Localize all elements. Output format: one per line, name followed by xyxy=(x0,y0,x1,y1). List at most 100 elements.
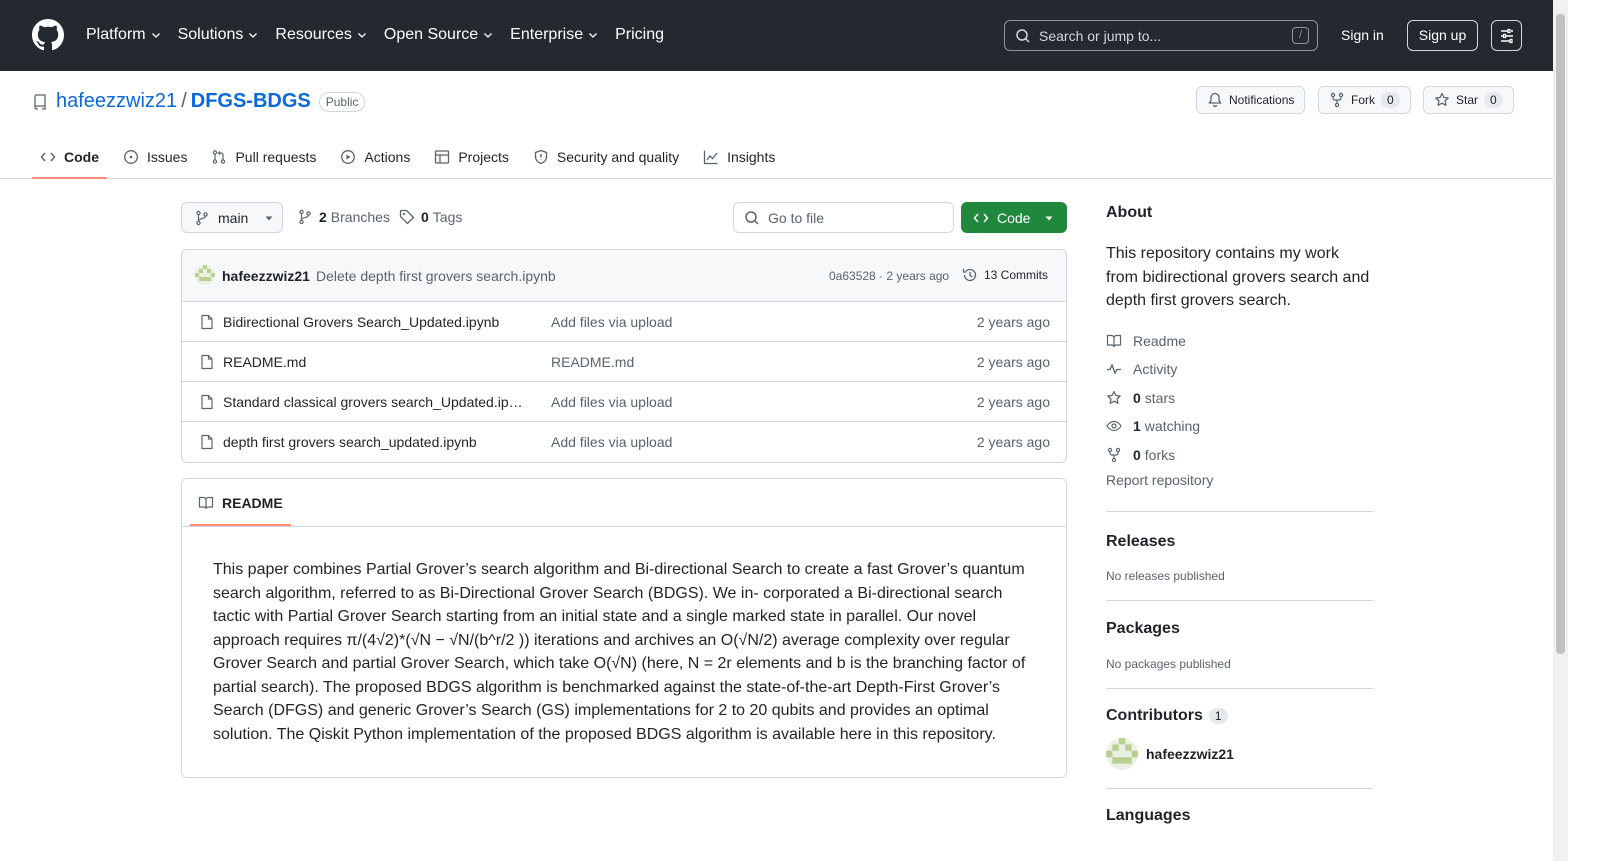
notifications-button[interactable]: Notifications xyxy=(1196,86,1306,114)
divider xyxy=(1106,788,1373,789)
contributors-heading[interactable]: Contributors 1 xyxy=(1106,707,1373,725)
chevron-down-icon xyxy=(589,33,598,38)
code-icon xyxy=(40,152,56,162)
nav-resources[interactable]: Resources xyxy=(275,24,367,46)
branches-label: Branches xyxy=(330,209,390,225)
stars-label: stars xyxy=(1144,389,1176,406)
file-name[interactable]: Standard classical grovers search_Update… xyxy=(223,394,523,410)
forks-link[interactable]: 0 forks xyxy=(1106,441,1373,470)
file-name[interactable]: depth first grovers search_updated.ipynb xyxy=(223,434,523,450)
go-to-file-input[interactable]: Go to file xyxy=(733,202,954,233)
repo-owner-link[interactable]: hafeezzwiz21 xyxy=(56,90,177,113)
watching-label: watching xyxy=(1144,418,1201,435)
file-row[interactable]: depth first grovers search_updated.ipynb… xyxy=(182,422,1066,462)
file-commit-message[interactable]: README.md xyxy=(551,354,634,370)
star-button[interactable]: Star 0 xyxy=(1423,86,1514,114)
about-links: Readme Activity 0 stars 1 watching 0 for… xyxy=(1106,327,1373,492)
tab-insights[interactable]: Insights xyxy=(695,136,783,178)
github-logo-icon[interactable] xyxy=(32,19,64,51)
avatar[interactable] xyxy=(195,265,215,285)
sign-in-link[interactable]: Sign in xyxy=(1341,27,1384,43)
file-name[interactable]: README.md xyxy=(223,354,523,370)
scrollbar-thumb[interactable] xyxy=(1556,14,1565,654)
repo-separator: / xyxy=(181,90,187,112)
commit-message[interactable]: Delete depth first grovers search.ipynb xyxy=(316,268,556,284)
readme-tab[interactable]: README xyxy=(190,479,291,526)
file-row[interactable]: Bidirectional Grovers Search_Updated.ipy… xyxy=(182,302,1066,342)
caret-down-icon xyxy=(265,216,273,220)
watching-link[interactable]: 1 watching xyxy=(1106,412,1373,441)
code-dropdown-button[interactable]: Code xyxy=(961,202,1067,233)
star-label: Star xyxy=(1456,93,1479,107)
nav-enterprise[interactable]: Enterprise xyxy=(510,24,599,46)
global-search-input[interactable]: Search or jump to... / xyxy=(1004,20,1318,51)
nav-solutions[interactable]: Solutions xyxy=(178,24,260,46)
caret-down-icon xyxy=(1045,216,1053,220)
file-age: 2 years ago xyxy=(976,314,1050,330)
book-icon xyxy=(1106,334,1122,347)
languages-heading: Languages xyxy=(1106,807,1191,824)
file-row[interactable]: README.md README.md 2 years ago xyxy=(182,342,1066,382)
contributors-count: 1 xyxy=(1208,707,1228,724)
tab-actions[interactable]: Actions xyxy=(332,136,418,178)
branch-name: main xyxy=(218,209,249,226)
visibility-badge: Public xyxy=(318,91,366,112)
watching-count: 1 xyxy=(1133,418,1141,435)
repo-icon xyxy=(34,93,46,110)
nav-platform[interactable]: Platform xyxy=(86,24,162,46)
shield-icon xyxy=(534,149,548,165)
activity-link[interactable]: Activity xyxy=(1106,355,1373,384)
nav-pricing[interactable]: Pricing xyxy=(615,24,664,46)
file-commit-message[interactable]: Add files via upload xyxy=(551,394,672,410)
avatar[interactable] xyxy=(1106,738,1138,770)
commit-sha-time[interactable]: 0a63528 · 2 years ago xyxy=(829,269,949,283)
sign-up-button[interactable]: Sign up xyxy=(1407,20,1478,51)
file-age: 2 years ago xyxy=(976,394,1050,410)
readme-text: This paper combines Partial Grover’s sea… xyxy=(213,561,1026,743)
tab-pull-requests[interactable]: Pull requests xyxy=(203,136,324,178)
tab-security[interactable]: Security and quality xyxy=(525,136,687,178)
file-commit-message[interactable]: Add files via upload xyxy=(551,314,672,330)
commits-count: 13 Commits xyxy=(984,268,1049,282)
readme-link[interactable]: Readme xyxy=(1106,327,1373,356)
report-repository-link[interactable]: Report repository xyxy=(1106,469,1373,491)
fork-button[interactable]: Fork 0 xyxy=(1318,86,1411,114)
search-placeholder: Search or jump to... xyxy=(1039,27,1162,44)
commit-author[interactable]: hafeezzwiz21 xyxy=(222,268,310,284)
stars-link[interactable]: 0 stars xyxy=(1106,384,1373,413)
tab-issues[interactable]: Issues xyxy=(115,136,195,178)
commits-link[interactable]: 13 Commits xyxy=(962,267,1048,283)
repo-name-link[interactable]: DFGS-BDGS xyxy=(191,90,311,113)
site-menu-button[interactable] xyxy=(1491,20,1522,51)
tab-label: Issues xyxy=(147,149,188,165)
contributor-item[interactable]: hafeezzwiz21 xyxy=(1106,738,1373,770)
tags-link[interactable]: 0 Tags xyxy=(399,209,462,225)
divider xyxy=(1106,688,1373,689)
tab-projects[interactable]: Projects xyxy=(426,136,517,178)
page-scrollbar[interactable] xyxy=(1553,0,1568,861)
repo-sidebar: About This repository contains my work f… xyxy=(1106,204,1373,825)
releases-heading[interactable]: Releases xyxy=(1106,533,1373,551)
file-name[interactable]: Bidirectional Grovers Search_Updated.ipy… xyxy=(223,314,523,330)
nav-label: Pricing xyxy=(615,26,664,43)
nav-open-source[interactable]: Open Source xyxy=(384,24,494,46)
file-commit-message[interactable]: Add files via upload xyxy=(551,434,672,450)
file-row[interactable]: Standard classical grovers search_Update… xyxy=(182,382,1066,422)
file-icon xyxy=(201,354,213,370)
branch-select-button[interactable]: main xyxy=(181,202,283,233)
chevron-down-icon xyxy=(151,33,160,38)
chevron-down-icon xyxy=(357,33,366,38)
forks-count: 0 xyxy=(1133,446,1141,463)
branches-link[interactable]: 2 Branches xyxy=(297,209,390,225)
contributor-name[interactable]: hafeezzwiz21 xyxy=(1146,746,1234,762)
packages-heading[interactable]: Packages xyxy=(1106,620,1373,638)
go-to-file-placeholder: Go to file xyxy=(768,209,825,226)
file-age: 2 years ago xyxy=(976,434,1050,450)
eye-icon xyxy=(1106,421,1122,432)
divider xyxy=(1106,511,1373,512)
tab-code[interactable]: Code xyxy=(32,136,107,179)
contributors-title: Contributors xyxy=(1106,707,1203,724)
repo-title: hafeezzwiz21 / DFGS-BDGS Public xyxy=(32,90,366,113)
graph-icon xyxy=(703,150,718,165)
search-shortcut-hint: / xyxy=(1292,27,1309,44)
